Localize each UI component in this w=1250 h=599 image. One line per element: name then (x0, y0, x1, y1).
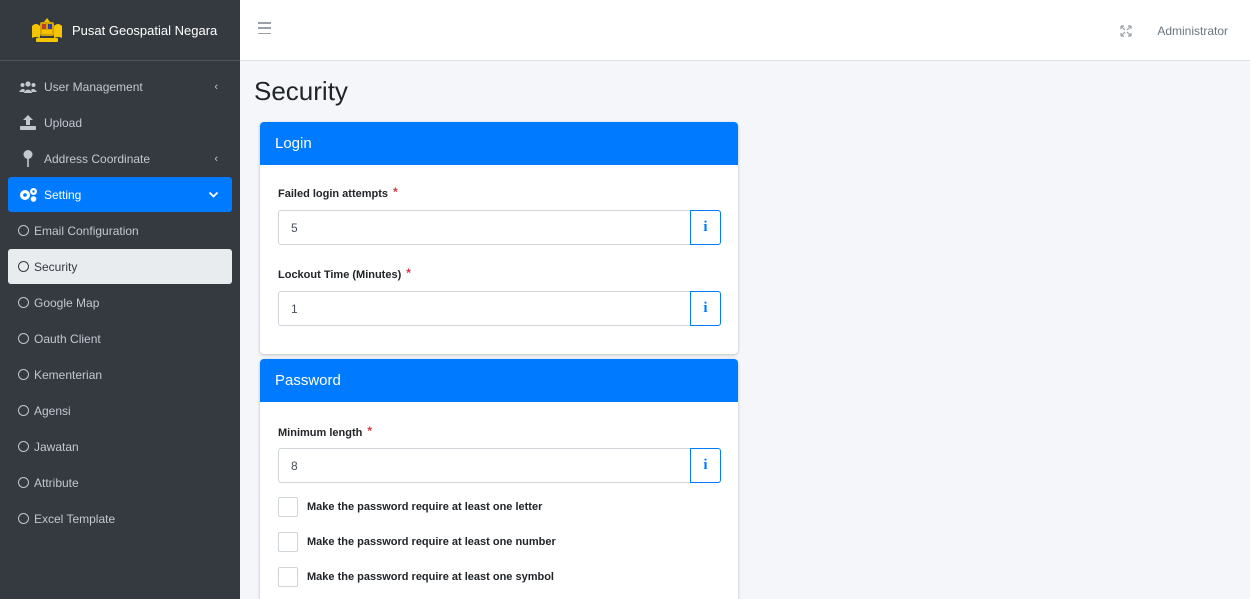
circle-icon (18, 369, 29, 380)
sidebar-subitem-oauth-client[interactable]: Oauth Client (8, 321, 232, 356)
sidebar-item-label: Upload (44, 115, 83, 130)
users-icon (18, 80, 38, 93)
required-mark: * (367, 424, 372, 438)
page-title: Security (254, 76, 348, 106)
require-number-checkbox[interactable] (278, 532, 298, 552)
minimum-length-label: Minimum length * (278, 424, 721, 439)
failed-attempts-label-text: Failed login attempts (278, 188, 389, 200)
top-navbar: Administrator (240, 0, 1250, 61)
require-letter-checkbox[interactable] (278, 497, 298, 517)
circle-icon (18, 441, 29, 452)
require-letter-label: Make the password require at least one l… (307, 501, 543, 513)
sidebar-subitem-label: Agensi (34, 403, 71, 418)
map-pin-icon (18, 150, 38, 167)
coat-of-arms-icon (30, 15, 64, 45)
sidebar-item-upload[interactable]: Upload (8, 105, 232, 140)
password-card-header: Password (260, 359, 738, 402)
require-number-row[interactable]: Make the password require at least one n… (278, 532, 721, 552)
lockout-time-label-text: Lockout Time (Minutes) (278, 269, 402, 281)
circle-icon (18, 513, 29, 524)
sidebar-item-label: Address Coordinate (44, 151, 151, 166)
required-mark: * (406, 266, 411, 280)
sidebar-item-user-management[interactable]: User Management ‹ (8, 69, 232, 104)
login-card: Login Failed login attempts * i Lockout … (260, 122, 738, 354)
menu-toggle-icon[interactable] (258, 22, 271, 34)
brand-link[interactable]: Pusat Geospatial Negara (0, 0, 240, 61)
minimum-length-group: i (278, 448, 721, 483)
circle-icon (18, 405, 29, 416)
minimum-length-label-text: Minimum length (278, 427, 363, 439)
sidebar-subitem-excel-template[interactable]: Excel Template (8, 501, 232, 536)
brand-title: Pusat Geospatial Negara (72, 22, 218, 38)
sidebar-nav: User Management ‹ Upload Address Coordin… (0, 61, 240, 536)
circle-icon (18, 477, 29, 488)
circle-icon (18, 333, 29, 344)
info-icon[interactable]: i (690, 210, 721, 245)
require-symbol-checkbox[interactable] (278, 567, 298, 587)
user-menu[interactable]: Administrator (1157, 24, 1228, 38)
circle-icon (18, 297, 29, 308)
info-icon[interactable]: i (690, 448, 721, 483)
sidebar-subitem-label: Google Map (34, 295, 100, 310)
sidebar-subitem-label: Kementerian (34, 367, 103, 382)
sidebar-subitem-agensi[interactable]: Agensi (8, 393, 232, 428)
sidebar-subitem-label: Security (34, 259, 78, 274)
chevron-down-icon (208, 189, 219, 201)
gears-icon (18, 187, 38, 202)
sidebar-item-label: User Management (44, 79, 143, 94)
lockout-time-input[interactable] (278, 291, 690, 326)
required-mark: * (393, 185, 398, 199)
sidebar-subitem-label: Excel Template (34, 511, 116, 526)
sidebar-subitem-kementerian[interactable]: Kementerian (8, 357, 232, 392)
failed-attempts-group: i (278, 210, 721, 245)
sidebar-subitem-google-map[interactable]: Google Map (8, 285, 232, 320)
lockout-time-group: i (278, 291, 721, 326)
sidebar-subitem-email-configuration[interactable]: Email Configuration (8, 213, 232, 248)
chevron-left-icon: ‹ (214, 152, 218, 165)
circle-icon (18, 261, 29, 272)
sidebar-subitem-attribute[interactable]: Attribute (8, 465, 232, 500)
sidebar-subitem-label: Oauth Client (34, 331, 101, 346)
failed-attempts-label: Failed login attempts * (278, 185, 721, 200)
require-letter-row[interactable]: Make the password require at least one l… (278, 497, 721, 517)
fullscreen-icon[interactable] (1120, 24, 1132, 37)
circle-icon (18, 225, 29, 236)
sidebar-item-setting[interactable]: Setting (8, 177, 232, 212)
sidebar-subitem-jawatan[interactable]: Jawatan (8, 429, 232, 464)
info-icon[interactable]: i (690, 291, 721, 326)
sidebar-subitem-security[interactable]: Security (8, 249, 232, 284)
require-number-label: Make the password require at least one n… (307, 536, 556, 548)
require-symbol-row[interactable]: Make the password require at least one s… (278, 567, 721, 587)
failed-attempts-input[interactable] (278, 210, 690, 245)
sidebar-subitem-label: Jawatan (34, 439, 79, 454)
lockout-time-label: Lockout Time (Minutes) * (278, 266, 721, 281)
login-card-header: Login (260, 122, 738, 165)
minimum-length-input[interactable] (278, 448, 690, 483)
upload-icon (18, 115, 38, 130)
sidebar-subitem-label: Attribute (34, 475, 79, 490)
require-symbol-label: Make the password require at least one s… (307, 571, 554, 583)
password-card: Password Minimum length * i Make the pas… (260, 359, 738, 599)
chevron-left-icon: ‹ (214, 80, 218, 93)
sidebar: Pusat Geospatial Negara User Management … (0, 0, 240, 599)
sidebar-item-label: Setting (44, 187, 82, 202)
sidebar-subitem-label: Email Configuration (34, 223, 139, 238)
sidebar-item-address-coordinate[interactable]: Address Coordinate ‹ (8, 141, 232, 176)
